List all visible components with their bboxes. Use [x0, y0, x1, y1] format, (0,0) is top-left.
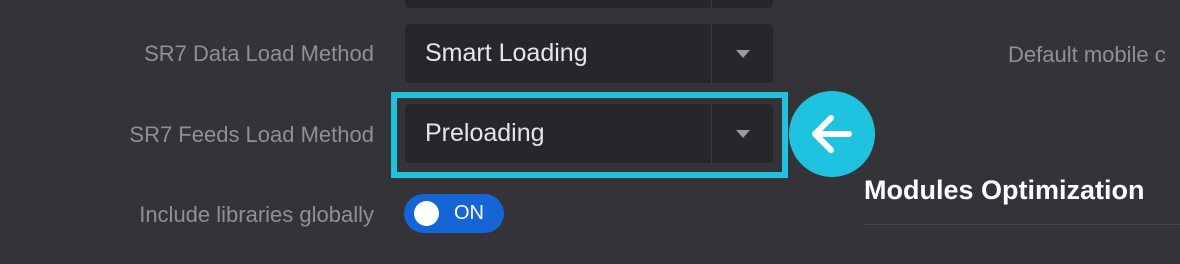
chevron-down-icon[interactable] — [736, 50, 750, 58]
toggle-state-label: ON — [454, 202, 484, 224]
toggle-knob — [414, 201, 439, 226]
select-divider — [711, 0, 712, 8]
arrow-left-icon — [789, 91, 875, 177]
select-divider — [711, 24, 712, 83]
data-load-method-value: Smart Loading — [425, 39, 588, 67]
include-libraries-label: Include libraries globally — [139, 202, 374, 227]
highlight-box — [391, 92, 788, 178]
default-mobile-label: Default mobile c — [1008, 42, 1166, 67]
section-divider — [864, 224, 1180, 225]
include-libraries-toggle[interactable]: ON — [404, 194, 504, 233]
feeds-load-method-label: SR7 Feeds Load Method — [129, 122, 374, 147]
data-load-method-select[interactable]: Smart Loading — [405, 24, 773, 83]
previous-setting-select[interactable] — [405, 0, 773, 8]
arrow-left-icon-svg — [812, 115, 852, 153]
section-title: Modules Optimization — [864, 175, 1145, 205]
data-load-method-label: SR7 Data Load Method — [144, 41, 374, 66]
